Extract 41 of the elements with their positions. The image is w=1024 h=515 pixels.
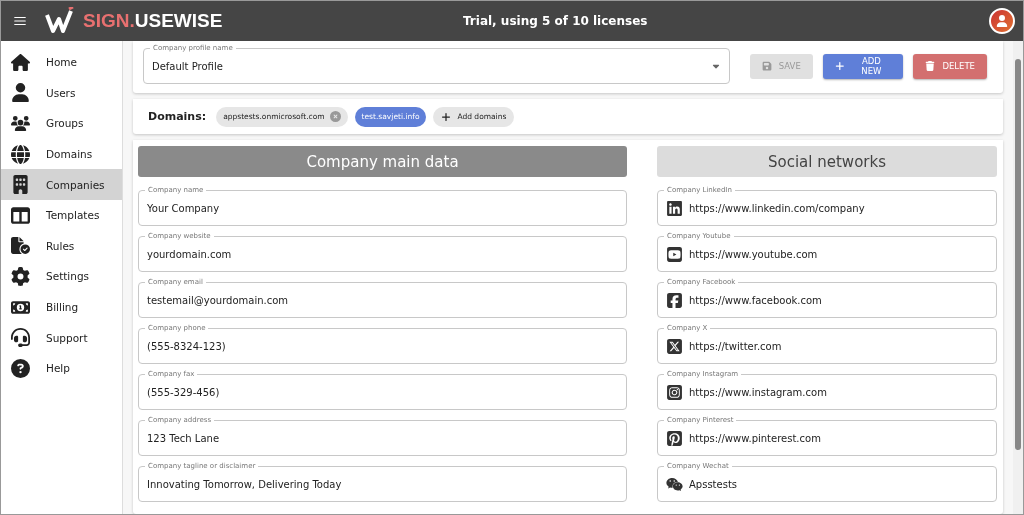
x-icon bbox=[666, 337, 683, 355]
menu-icon[interactable] bbox=[13, 14, 27, 28]
pinterest-icon bbox=[666, 429, 683, 447]
sidebar-item[interactable]: Templates bbox=[1, 199, 122, 231]
globe-icon bbox=[11, 144, 30, 164]
checklist-icon bbox=[11, 236, 30, 256]
logo-icon bbox=[45, 7, 75, 35]
add-button[interactable]: ADD NEW bbox=[822, 53, 904, 79]
user-icon bbox=[11, 83, 30, 103]
plus-icon bbox=[834, 61, 845, 71]
group-icon bbox=[11, 114, 30, 133]
facebook-icon bbox=[666, 291, 683, 309]
section-heading: Company main data bbox=[138, 146, 627, 177]
wechat-icon bbox=[666, 475, 683, 493]
sidebar-item[interactable]: Rules bbox=[1, 230, 122, 262]
youtube-icon bbox=[666, 245, 683, 263]
domains-label: Domains: bbox=[148, 110, 207, 123]
sidebar-item[interactable]: Billing bbox=[1, 291, 122, 323]
help-icon bbox=[11, 358, 30, 378]
sidebar-item[interactable]: Settings bbox=[1, 261, 122, 292]
sidebar-item[interactable]: Users bbox=[1, 77, 122, 109]
instagram-icon bbox=[666, 383, 683, 401]
sidebar-item[interactable]: Domains bbox=[1, 138, 122, 170]
home-icon bbox=[11, 52, 30, 72]
sidebar-item[interactable]: Companies bbox=[1, 169, 122, 200]
trash-icon bbox=[925, 61, 936, 71]
sidebar-item[interactable]: Help bbox=[1, 352, 122, 384]
brand-name: SIGN.USEWISE bbox=[83, 10, 223, 32]
sidebar-item[interactable]: Groups bbox=[1, 108, 122, 139]
layout-icon bbox=[11, 205, 30, 225]
avatar[interactable] bbox=[989, 8, 1015, 34]
buildings-icon bbox=[11, 175, 30, 195]
headset-icon bbox=[11, 328, 30, 348]
sidebar-item[interactable]: Support bbox=[1, 322, 122, 353]
plus-icon bbox=[441, 111, 452, 122]
linkedin-icon bbox=[666, 199, 683, 217]
scrollbar[interactable] bbox=[1013, 41, 1023, 514]
sidebar-item[interactable]: Home bbox=[1, 47, 122, 78]
settings-icon bbox=[11, 266, 30, 286]
license-note: Trial, using 5 of 10 licenses bbox=[462, 14, 649, 28]
section-heading: Social networks bbox=[657, 146, 997, 177]
